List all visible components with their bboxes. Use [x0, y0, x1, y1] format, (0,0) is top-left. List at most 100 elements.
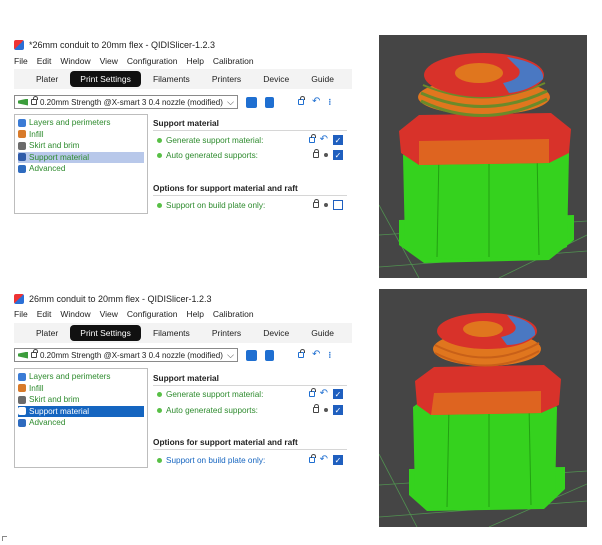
menu-window[interactable]: Window: [60, 309, 90, 319]
tab-print-settings[interactable]: Print Settings: [70, 71, 141, 87]
tree-item-advanced[interactable]: Advanced: [18, 417, 144, 429]
search-settings-icon[interactable]: ⁝: [328, 97, 331, 108]
menu-calibration[interactable]: Calibration: [213, 56, 254, 66]
group-support-material: Support material: [153, 118, 347, 131]
search-settings-icon[interactable]: ⁝: [328, 350, 331, 361]
app-icon: [14, 40, 24, 50]
tab-plater[interactable]: Plater: [26, 325, 68, 341]
undo-arrow-icon[interactable]: ↶: [320, 455, 328, 465]
tree-item-skirt[interactable]: Skirt and brim: [18, 140, 144, 152]
menu-calibration[interactable]: Calibration: [213, 309, 254, 319]
green-flag-icon: [18, 98, 28, 106]
tab-plater[interactable]: Plater: [26, 71, 68, 87]
tab-filaments[interactable]: Filaments: [143, 71, 200, 87]
tab-device[interactable]: Device: [253, 71, 299, 87]
lock-icon[interactable]: [308, 134, 316, 143]
option-label: Auto generated supports:: [166, 150, 258, 160]
option-generate-support: Generate support material: ↶ ✓: [157, 134, 343, 145]
preset-row: 0.20mm Strength @X-smart 3 0.4 nozzle (m…: [14, 348, 331, 362]
tab-printers[interactable]: Printers: [202, 325, 251, 341]
preset-value: 0.20mm Strength @X-smart 3 0.4 nozzle (m…: [40, 350, 223, 360]
support-icon: [18, 153, 26, 162]
tab-printers[interactable]: Printers: [202, 71, 251, 87]
auto-supports-checkbox[interactable]: ✓: [333, 405, 343, 415]
undo-arrow-icon[interactable]: ↶: [312, 97, 320, 107]
preview-viewport-2[interactable]: [379, 289, 587, 527]
menu-edit[interactable]: Edit: [37, 56, 52, 66]
group-support-material: Support material: [153, 373, 347, 386]
menu-view[interactable]: View: [100, 56, 118, 66]
sliced-model-preview: [379, 35, 587, 278]
tree-item-infill[interactable]: Infill: [18, 383, 144, 395]
option-label: Support on build plate only:: [166, 455, 266, 465]
preset-value: 0.20mm Strength @X-smart 3 0.4 nozzle (m…: [40, 97, 223, 107]
tab-bar: Plater Print Settings Filaments Printers…: [14, 69, 352, 89]
lock-icon[interactable]: [308, 454, 316, 463]
option-label: Support on build plate only:: [166, 200, 266, 210]
group-title: Options for support material and raft: [153, 183, 298, 193]
window-title: *26mm conduit to 20mm flex - QIDISlicer-…: [29, 40, 216, 50]
menu-file[interactable]: File: [14, 56, 28, 66]
status-dot: [157, 137, 162, 143]
generate-support-checkbox[interactable]: ✓: [333, 389, 343, 399]
option-build-plate-only: Support on build plate only: ↶ ✓: [157, 454, 343, 465]
tree-item-advanced[interactable]: Advanced: [18, 163, 144, 175]
auto-supports-checkbox[interactable]: ✓: [333, 150, 343, 160]
tree-item-infill[interactable]: Infill: [18, 129, 144, 141]
preset-select[interactable]: 0.20mm Strength @X-smart 3 0.4 nozzle (m…: [14, 348, 238, 362]
lock-icon[interactable]: [313, 199, 319, 208]
option-auto-supports: Auto generated supports: ✓: [157, 149, 343, 160]
lock-icon[interactable]: [313, 404, 319, 413]
tab-guide[interactable]: Guide: [301, 71, 344, 87]
preset-select[interactable]: 0.20mm Strength @X-smart 3 0.4 nozzle (m…: [14, 95, 238, 109]
lock-icon[interactable]: [298, 96, 305, 105]
status-dot: [157, 152, 162, 158]
save-icon[interactable]: [246, 349, 257, 361]
option-label: Generate support material:: [166, 135, 264, 145]
menu-configuration[interactable]: Configuration: [127, 56, 178, 66]
tree-item-skirt[interactable]: Skirt and brim: [18, 394, 144, 406]
menu-edit[interactable]: Edit: [37, 309, 52, 319]
group-title: Support material: [153, 373, 219, 383]
undo-arrow-icon[interactable]: ↶: [312, 350, 320, 360]
build-plate-only-checkbox[interactable]: ✓: [333, 455, 343, 465]
window-title: 26mm conduit to 20mm flex - QIDISlicer-1…: [29, 294, 212, 304]
build-plate-only-checkbox[interactable]: [333, 200, 343, 210]
tree-item-layers[interactable]: Layers and perimeters: [18, 117, 144, 129]
save-icon[interactable]: [246, 96, 257, 108]
advanced-icon: [18, 418, 26, 427]
compare-icon[interactable]: [265, 349, 274, 361]
tab-device[interactable]: Device: [253, 325, 299, 341]
support-icon: [18, 407, 26, 416]
menu-configuration[interactable]: Configuration: [127, 309, 178, 319]
menu-help[interactable]: Help: [186, 309, 203, 319]
generate-support-checkbox[interactable]: ✓: [333, 135, 343, 145]
compare-icon[interactable]: [265, 96, 274, 108]
preview-viewport-1[interactable]: [379, 35, 587, 278]
bullet-icon: [324, 203, 328, 207]
lock-icon[interactable]: [298, 349, 305, 358]
menu-window[interactable]: Window: [60, 56, 90, 66]
tab-print-settings[interactable]: Print Settings: [70, 325, 141, 341]
undo-arrow-icon[interactable]: ↶: [320, 389, 328, 399]
tree-item-support[interactable]: Support material: [18, 151, 144, 163]
undo-arrow-icon[interactable]: ↶: [320, 135, 328, 145]
menu-file[interactable]: File: [14, 309, 28, 319]
menu-bar: File Edit Window View Configuration Help…: [14, 56, 254, 66]
option-label: Generate support material:: [166, 389, 264, 399]
tree-item-support[interactable]: Support material: [18, 405, 144, 417]
menu-bar: File Edit Window View Configuration Help…: [14, 309, 254, 319]
tree-item-layers[interactable]: Layers and perimeters: [18, 371, 144, 383]
bullet-icon: [324, 408, 328, 412]
skirt-icon: [18, 141, 26, 150]
tab-filaments[interactable]: Filaments: [143, 325, 200, 341]
lock-icon[interactable]: [313, 149, 319, 158]
window-titlebar: *26mm conduit to 20mm flex - QIDISlicer-…: [14, 37, 215, 53]
menu-view[interactable]: View: [100, 309, 118, 319]
tab-guide[interactable]: Guide: [301, 325, 344, 341]
tab-bar: Plater Print Settings Filaments Printers…: [14, 323, 352, 343]
menu-help[interactable]: Help: [186, 56, 203, 66]
lock-icon[interactable]: [308, 388, 316, 397]
infill-icon: [18, 384, 26, 393]
app-icon: [14, 294, 24, 304]
